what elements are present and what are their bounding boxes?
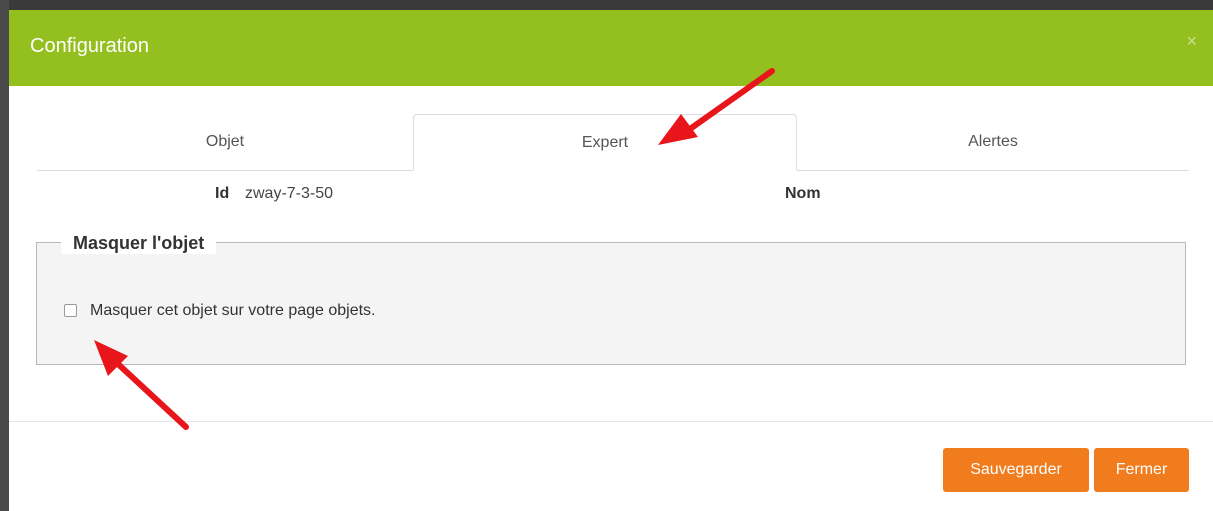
arrow-to-checkbox-icon	[94, 340, 189, 430]
annotation-arrows	[94, 68, 775, 430]
arrow-to-expert-icon	[658, 68, 775, 145]
